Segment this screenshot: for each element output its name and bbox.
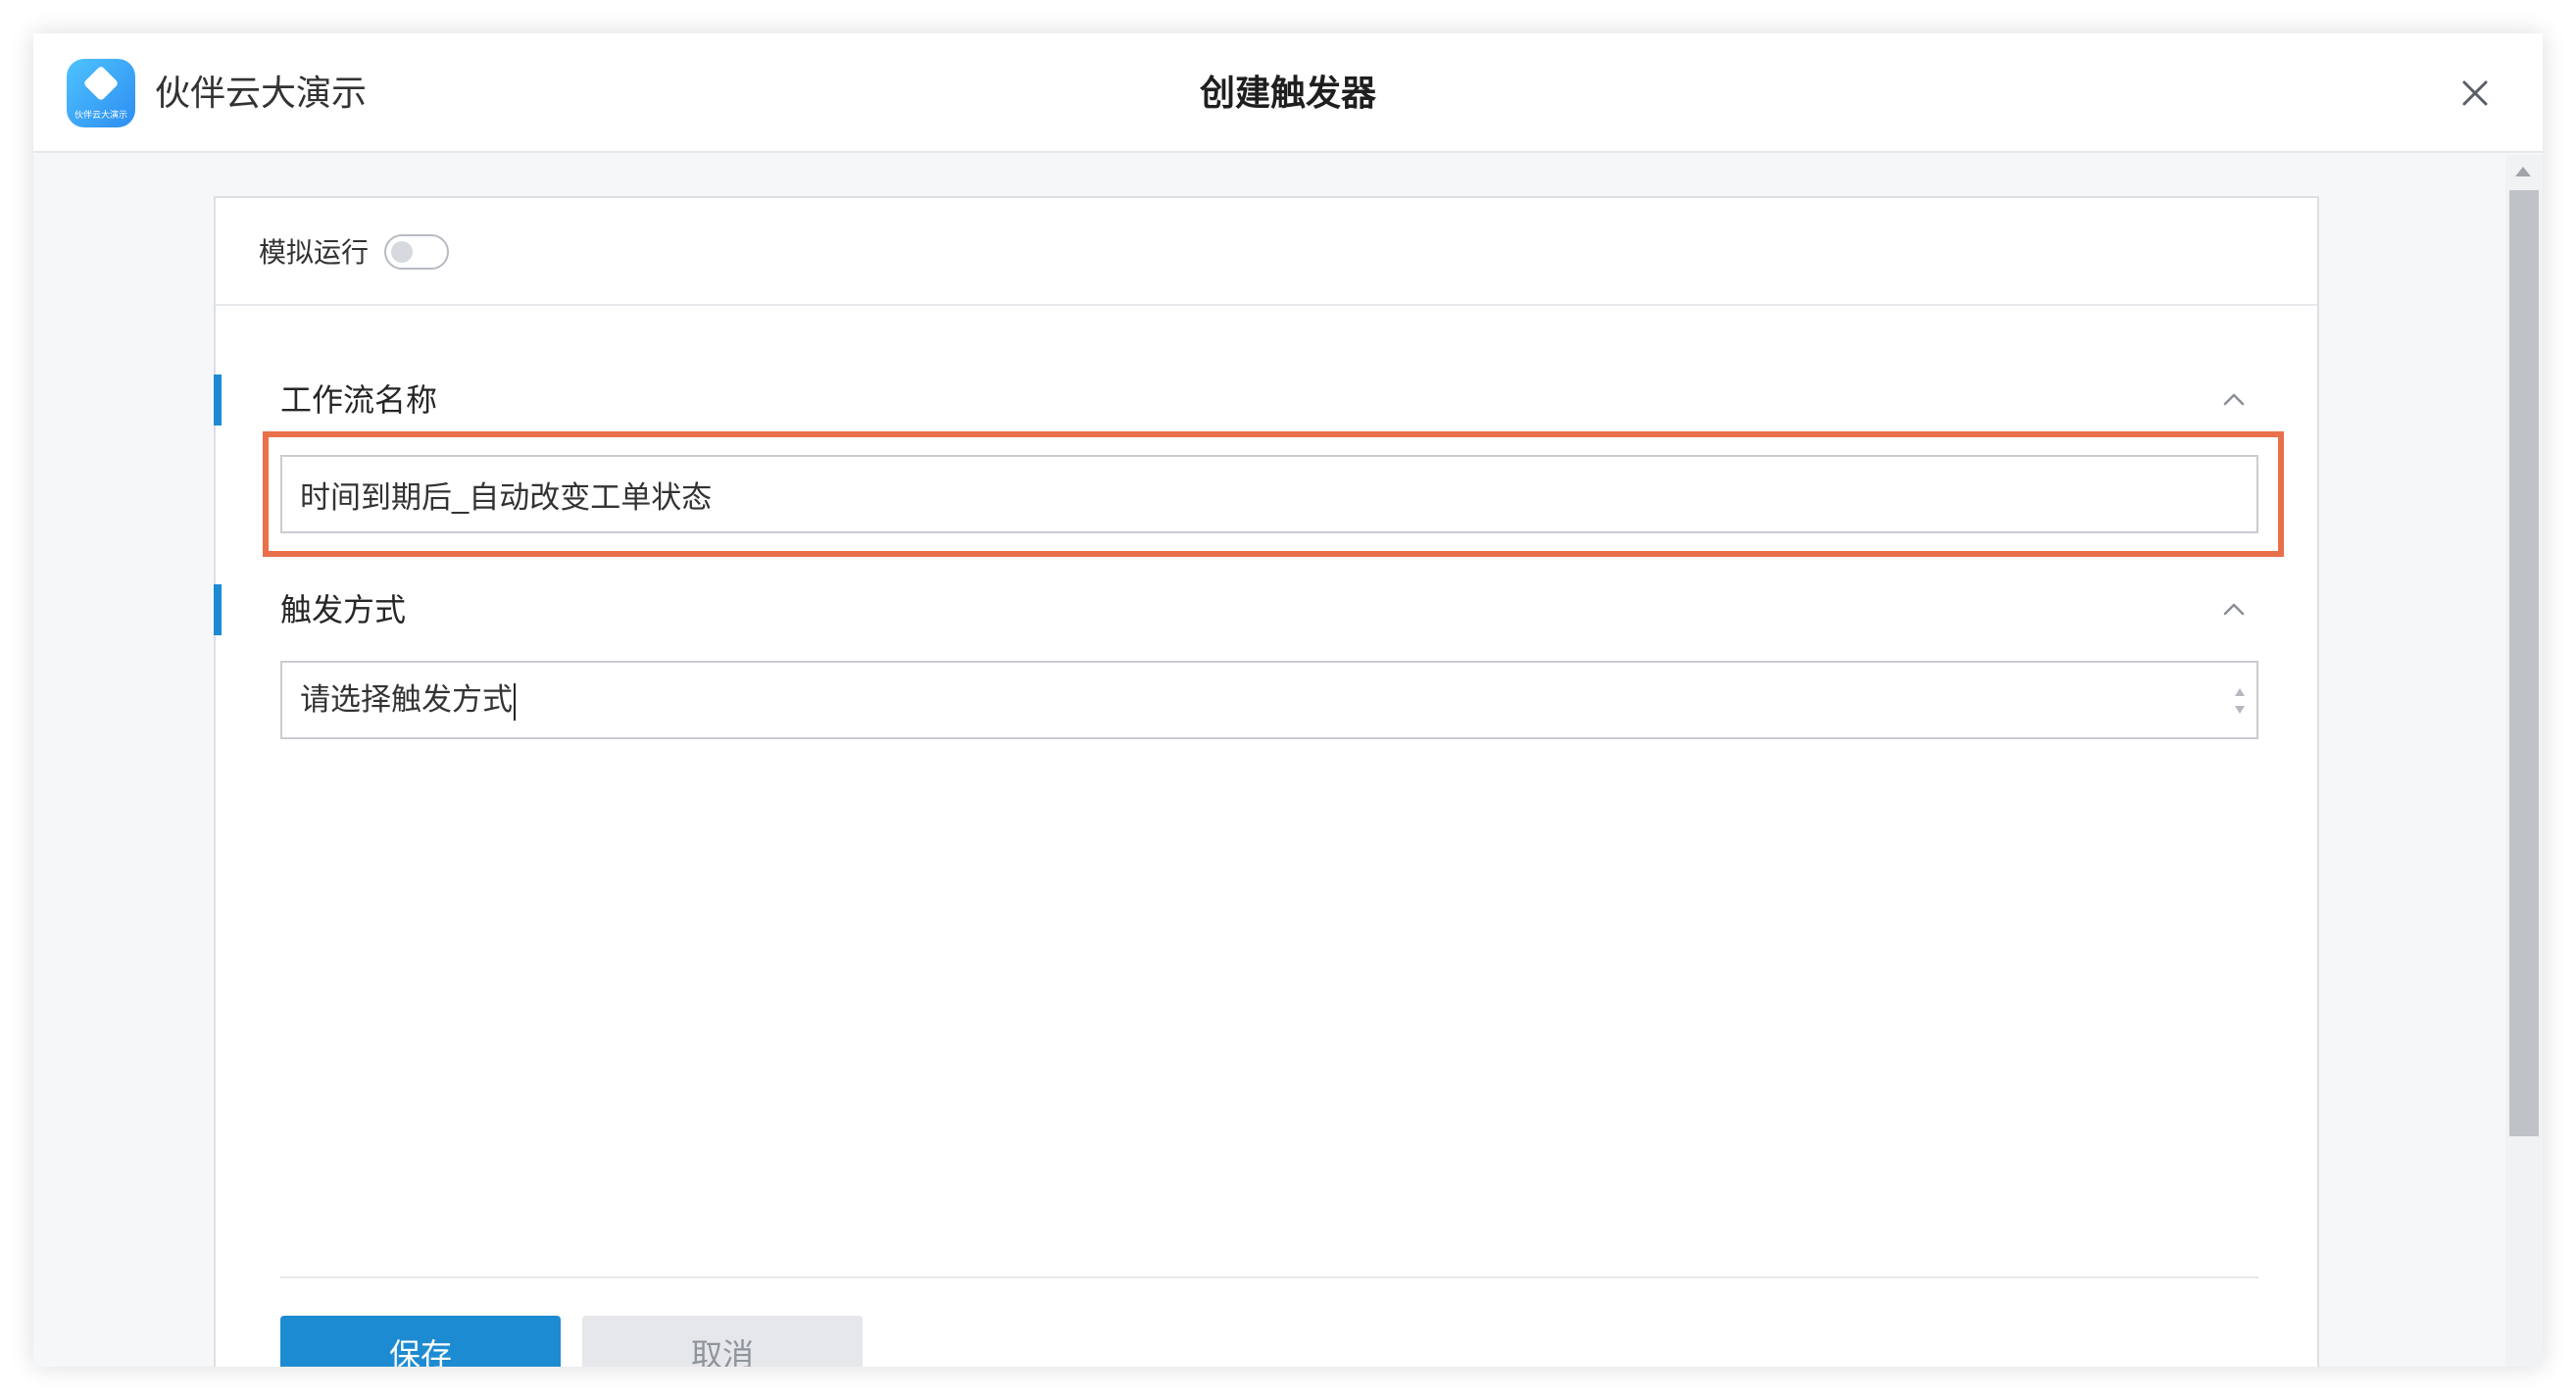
form-card: 模拟运行 工作流名称 触发方式 请选择触发方式 xyxy=(214,196,2319,1367)
simulation-label: 模拟运行 xyxy=(259,237,370,268)
chevron-up-icon[interactable] xyxy=(2219,594,2249,624)
section-title-workflow-name: 工作流名称 xyxy=(280,382,438,418)
scrollbar-thumb[interactable] xyxy=(2509,190,2539,1136)
section-accent-bar xyxy=(214,375,222,425)
dialog-window: 伙伴云大演示 伙伴云大演示 创建触发器 模拟运行 工作流名称 时间到期后_自动改… xyxy=(33,33,2543,1367)
text-cursor xyxy=(514,682,516,721)
section-accent-bar xyxy=(214,584,222,635)
section-title-trigger-method: 触发方式 xyxy=(280,592,407,627)
vertical-scrollbar[interactable] xyxy=(2505,155,2543,1367)
chevron-up-icon[interactable] xyxy=(2219,384,2249,414)
workflow-name-input[interactable] xyxy=(280,455,2258,533)
close-icon[interactable] xyxy=(2452,71,2498,116)
simulation-toggle[interactable] xyxy=(384,234,449,270)
cancel-button[interactable]: 取消 xyxy=(582,1316,863,1367)
dialog-title: 创建触发器 xyxy=(1199,73,1376,113)
scroll-up-arrow-icon[interactable] xyxy=(2515,167,2531,176)
save-button[interactable]: 保存 xyxy=(280,1316,561,1367)
select-arrows-icon xyxy=(2233,684,2247,718)
trigger-method-select[interactable]: 请选择触发方式 xyxy=(280,661,2258,739)
footer-divider xyxy=(280,1276,2258,1278)
simulation-header: 模拟运行 xyxy=(216,198,2317,306)
trigger-method-placeholder: 请选择触发方式 xyxy=(300,682,513,717)
toggle-knob xyxy=(391,241,413,263)
title-bar: 伙伴云大演示 伙伴云大演示 创建触发器 xyxy=(33,33,2543,153)
